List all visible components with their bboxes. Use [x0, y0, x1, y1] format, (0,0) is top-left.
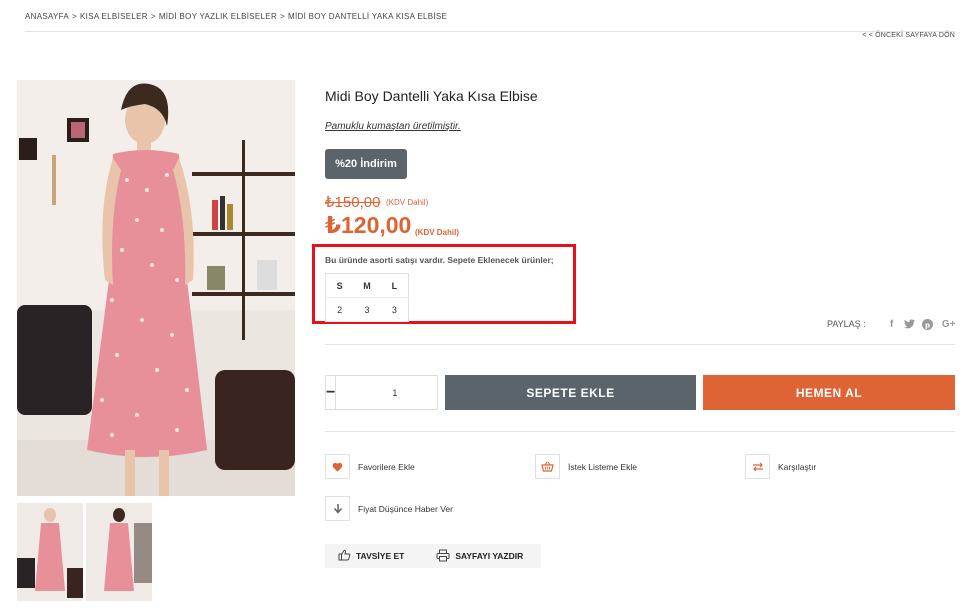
price-drop-alert[interactable]: Fiyat Düşünce Haber Ver: [325, 496, 453, 521]
add-to-favorites[interactable]: Favorilere Ekle: [325, 454, 415, 479]
twitter-icon[interactable]: [904, 318, 916, 330]
buy-now-button[interactable]: HEMEN AL: [703, 375, 955, 410]
printer-icon: [436, 549, 450, 564]
add-to-cart-button[interactable]: SEPETE EKLE: [445, 375, 696, 410]
breadcrumb-separator: >: [280, 12, 286, 21]
basket-icon: [535, 454, 560, 479]
share-bar: PAYLAŞ : f p G+: [827, 318, 958, 330]
price-drop-alert-label: Fiyat Düşünce Haber Ver: [358, 503, 453, 514]
breadcrumb-separator: >: [72, 12, 78, 21]
section-divider: [325, 431, 955, 432]
compare-product[interactable]: Karşılaştır: [745, 454, 816, 479]
product-subtitle[interactable]: Pamuklu kumaştan üretilmiştir.: [325, 121, 461, 132]
svg-text:p: p: [925, 320, 930, 329]
new-price: ₺120,00: [325, 212, 412, 238]
recommend-label: TAVSİYE ET: [356, 551, 405, 561]
product-photo: [17, 80, 295, 496]
size-label: L: [380, 273, 409, 298]
new-price-vat: (KDV Dahil): [415, 228, 459, 237]
size-quantity: 3: [353, 297, 381, 322]
size-quantity: 2: [325, 297, 354, 322]
heart-icon: [325, 454, 350, 479]
breadcrumb: ANASAYFA > KISA ELBİSELER > MİDİ BOY YAZLIK …: [25, 12, 447, 21]
product-main-image[interactable]: [17, 80, 295, 496]
bottom-action-bar: TAVSİYE ET SAYFAYI YAZDIR: [325, 544, 541, 568]
add-to-favorites-label: Favorilere Ekle: [358, 461, 415, 472]
compare-arrows-icon: [745, 454, 770, 479]
quantity-input[interactable]: [336, 376, 454, 409]
section-divider: [325, 344, 955, 345]
back-link[interactable]: < < ÖNCEKİ SAYFAYA DÖN: [862, 32, 955, 39]
old-price-vat: (KDV Dahil): [386, 198, 429, 207]
quantity-decrease-button[interactable]: −: [326, 376, 337, 409]
product-title: Midi Boy Dantelli Yaka Kısa Elbise: [325, 88, 538, 104]
top-divider: [25, 31, 955, 32]
quantity-stepper: − +: [325, 375, 464, 410]
thumbnail-front[interactable]: [17, 503, 83, 601]
google-plus-icon[interactable]: G+: [940, 318, 958, 330]
add-to-wishlist[interactable]: İstek Listeme Ekle: [535, 454, 637, 479]
recommend-button[interactable]: TAVSİYE ET: [338, 549, 404, 563]
size-assortment-table: S M L 2 3 3: [325, 273, 409, 322]
breadcrumb-midi-summer-dresses[interactable]: MİDİ BOY YAZLIK ELBİSELER: [159, 12, 277, 21]
print-page-button[interactable]: SAYFAYI YAZDIR: [436, 549, 523, 564]
share-label: PAYLAŞ :: [827, 319, 866, 329]
assortment-text: Bu üründe asorti satışı vardır. Sepete E…: [325, 255, 554, 265]
thumbnail-back-photo: [86, 503, 152, 601]
thumbs-up-icon: [338, 549, 351, 563]
breadcrumb-separator: >: [150, 12, 156, 21]
thumbnail-front-photo: [17, 503, 83, 601]
size-quantity: 3: [380, 297, 409, 322]
compare-product-label: Karşılaştır: [778, 461, 817, 472]
print-page-label: SAYFAYI YAZDIR: [455, 551, 524, 561]
breadcrumb-current[interactable]: MİDİ BOY DANTELLİ YAKA KISA ELBİSE: [288, 12, 447, 21]
pinterest-icon[interactable]: p: [922, 318, 934, 330]
discount-badge: %20 İndirim: [325, 149, 407, 179]
old-price: ₺150,00: [325, 194, 381, 211]
add-to-wishlist-label: İstek Listeme Ekle: [568, 461, 637, 472]
thumbnail-back[interactable]: [86, 503, 152, 601]
breadcrumb-home[interactable]: ANASAYFA: [25, 12, 69, 21]
size-label: S: [325, 273, 354, 298]
arrow-down-icon: [325, 496, 350, 521]
breadcrumb-short-dresses[interactable]: KISA ELBİSELER: [80, 12, 148, 21]
facebook-icon[interactable]: f: [886, 318, 898, 330]
size-label: M: [353, 273, 381, 298]
